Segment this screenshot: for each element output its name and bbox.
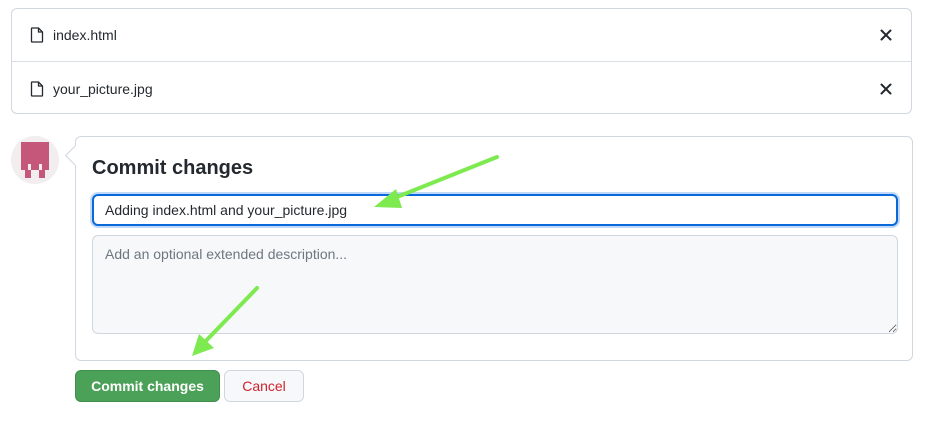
commit-title: Commit changes <box>92 157 254 179</box>
avatar <box>11 136 59 184</box>
cancel-button[interactable]: Cancel <box>224 370 304 402</box>
file-icon <box>30 80 44 97</box>
close-icon[interactable] <box>879 28 893 42</box>
uploaded-files-list: index.html your_picture.jpg <box>11 8 912 114</box>
close-icon[interactable] <box>879 82 893 96</box>
commit-panel: Commit changes <box>75 136 913 361</box>
file-icon <box>30 27 44 43</box>
file-name: index.html <box>53 27 117 43</box>
commit-changes-button[interactable]: Commit changes <box>75 370 220 402</box>
file-row: index.html <box>12 9 911 62</box>
commit-description-textarea[interactable] <box>92 235 898 334</box>
identicon-avatar <box>11 136 59 184</box>
file-row: your_picture.jpg <box>12 62 911 115</box>
commit-page: index.html your_picture.jpg Commit chang… <box>0 0 927 426</box>
commit-summary-input[interactable] <box>92 194 898 226</box>
file-name: your_picture.jpg <box>53 80 153 97</box>
